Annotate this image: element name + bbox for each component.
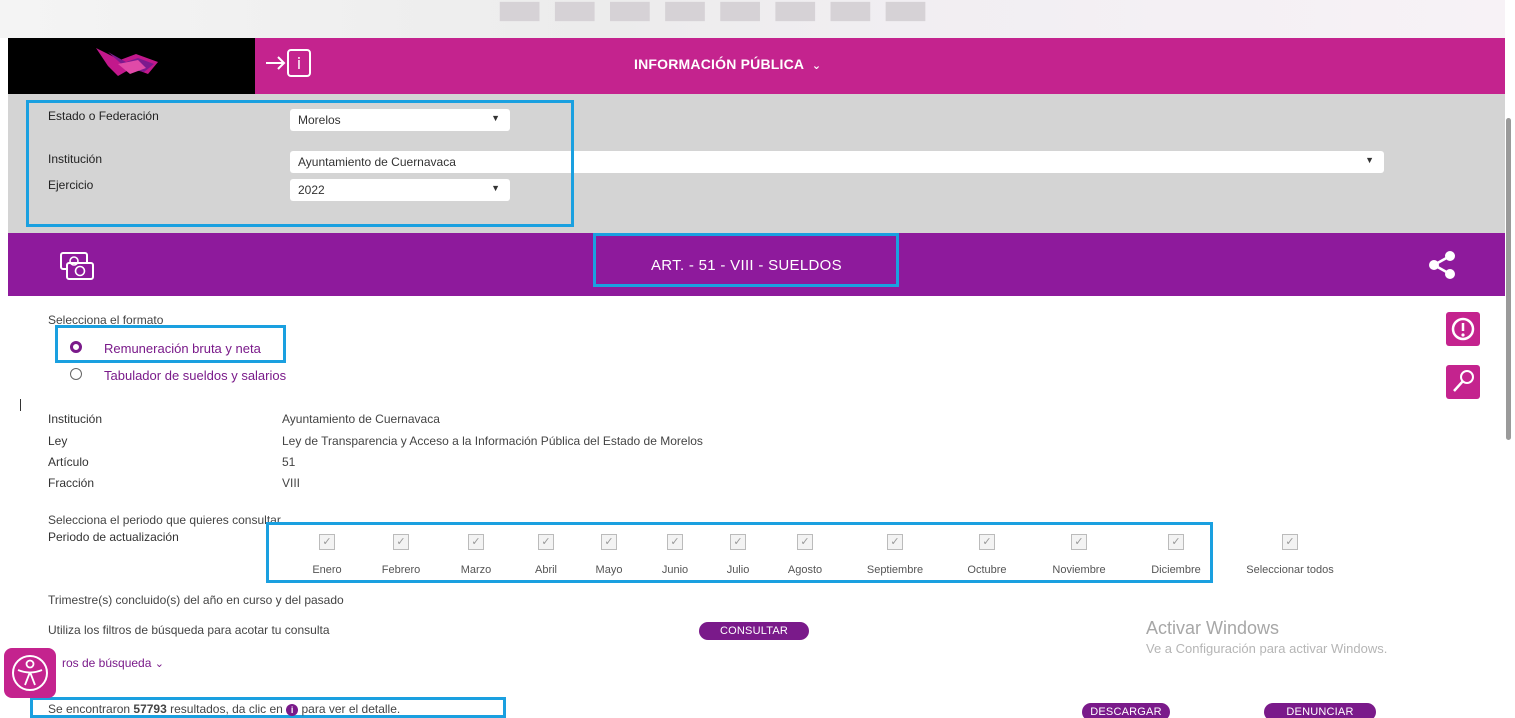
checkbox-junio[interactable]: ✓ xyxy=(667,534,683,550)
main-navbar: i INFORMACIÓN PÚBLICA ⌄ xyxy=(8,38,1505,94)
highlight-box-title xyxy=(593,233,899,287)
text-cursor xyxy=(20,399,21,411)
windows-activation-subtitle: Ve a Configuración para activar Windows. xyxy=(1146,641,1388,656)
windows-activation-title: Activar Windows xyxy=(1146,618,1280,638)
radio-remuneracion-label[interactable]: Remuneración bruta y neta xyxy=(104,341,261,356)
results-prefix: Se encontraron xyxy=(48,702,134,716)
radio-tabulador-label[interactable]: Tabulador de sueldos y salarios xyxy=(104,368,286,383)
month-label-noviembre: Noviembre xyxy=(1052,564,1106,576)
informacion-publica-label: INFORMACIÓN PÚBLICA xyxy=(634,56,804,72)
results-summary: Se encontraron 57793 resultados, da clic… xyxy=(48,702,400,716)
month-label-enero: Enero xyxy=(312,564,342,576)
select-all-label: Seleccionar todos xyxy=(1246,564,1334,576)
logo-graphic xyxy=(96,48,158,76)
checkbox-mayo[interactable]: ✓ xyxy=(601,534,617,550)
results-middle: resultados, da clic en xyxy=(166,702,287,716)
checkbox-septiembre[interactable]: ✓ xyxy=(887,534,903,550)
month-label-diciembre: Diciembre xyxy=(1151,564,1201,576)
detail-label-articulo: Artículo xyxy=(48,455,89,469)
radio-remuneracion[interactable] xyxy=(70,341,82,353)
logo[interactable] xyxy=(8,38,255,94)
filtros-instruction: Utiliza los filtros de búsqueda para aco… xyxy=(48,623,330,637)
results-count: 57793 xyxy=(133,702,167,716)
periodo-label: Periodo de actualización xyxy=(48,530,179,544)
checkbox-marzo[interactable]: ✓ xyxy=(468,534,484,550)
results-suffix: para ver el detalle. xyxy=(298,702,401,716)
svg-text:i: i xyxy=(297,54,301,73)
month-label-marzo: Marzo xyxy=(460,564,492,576)
banner-decoration: ▬▬▬▬▬▬▬▬ xyxy=(495,0,937,38)
checkbox-diciembre[interactable]: ✓ xyxy=(1168,534,1184,550)
checkbox-noviembre[interactable]: ✓ xyxy=(1071,534,1087,550)
periodo-prompt: Selecciona el periodo que quieres consul… xyxy=(48,513,281,527)
checkbox-enero[interactable]: ✓ xyxy=(319,534,335,550)
detail-label-institucion: Institución xyxy=(48,412,103,426)
denunciar-button[interactable]: DENUNCIAR xyxy=(1264,703,1376,718)
caret-down-icon: ▼ xyxy=(1365,155,1374,165)
accessibility-button[interactable] xyxy=(4,648,56,698)
checkbox-julio[interactable]: ✓ xyxy=(730,534,746,550)
share-icon[interactable] xyxy=(1424,248,1460,282)
detail-value-fraccion: VIII xyxy=(282,476,301,490)
login-info-icon[interactable]: i xyxy=(264,46,314,80)
tools-button[interactable] xyxy=(1446,365,1480,399)
month-label-abril: Abril xyxy=(534,564,557,576)
consultar-button[interactable]: CONSULTAR xyxy=(699,622,809,640)
checkbox-febrero[interactable]: ✓ xyxy=(393,534,409,550)
chevron-down-icon: ⌄ xyxy=(154,658,164,670)
informacion-publica-menu[interactable]: INFORMACIÓN PÚBLICA ⌄ xyxy=(634,56,821,72)
month-label-agosto: Agosto xyxy=(787,564,823,576)
detail-value-ley: Ley de Transparencia y Acceso a la Infor… xyxy=(282,434,703,448)
page-scrollbar[interactable] xyxy=(1505,0,1515,718)
month-label-septiembre: Septiembre xyxy=(866,564,924,576)
wrench-icon xyxy=(1453,370,1474,392)
top-banner-strip: ▬▬▬▬▬▬▬▬ xyxy=(0,0,1505,38)
detail-label-fraccion: Fracción xyxy=(48,476,95,490)
month-label-febrero: Febrero xyxy=(381,564,421,576)
checkbox-abril[interactable]: ✓ xyxy=(538,534,554,550)
alert-icon xyxy=(1451,317,1475,341)
highlight-box-filters xyxy=(26,100,574,227)
filtros-busqueda-toggle[interactable]: ros de búsqueda ⌄ xyxy=(62,656,164,670)
trimestre-text: Trimestre(s) concluido(s) del año en cur… xyxy=(48,593,344,607)
accessibility-icon xyxy=(12,655,48,691)
money-icon xyxy=(59,249,95,283)
info-icon[interactable]: i xyxy=(286,704,299,716)
radio-tabulador[interactable] xyxy=(70,368,82,380)
checkbox-seleccionar-todos[interactable]: ✓ xyxy=(1282,534,1298,550)
detail-value-articulo: 51 xyxy=(282,455,296,469)
report-alert-button[interactable] xyxy=(1446,312,1480,346)
checkbox-agosto[interactable]: ✓ xyxy=(797,534,813,550)
chevron-down-icon: ⌄ xyxy=(811,60,822,72)
month-label-junio: Junio xyxy=(661,564,689,576)
filtros-busqueda-label: ros de búsqueda xyxy=(62,656,152,670)
month-label-julio: Julio xyxy=(726,564,750,576)
month-label-mayo: Mayo xyxy=(595,564,623,576)
descargar-button[interactable]: DESCARGAR xyxy=(1082,703,1170,718)
detail-label-ley: Ley xyxy=(48,434,68,448)
detail-value-institucion: Ayuntamiento de Cuernavaca xyxy=(282,412,440,426)
scrollbar-thumb[interactable] xyxy=(1506,118,1511,440)
month-label-octubre: Octubre xyxy=(967,564,1007,576)
checkbox-octubre[interactable]: ✓ xyxy=(979,534,995,550)
